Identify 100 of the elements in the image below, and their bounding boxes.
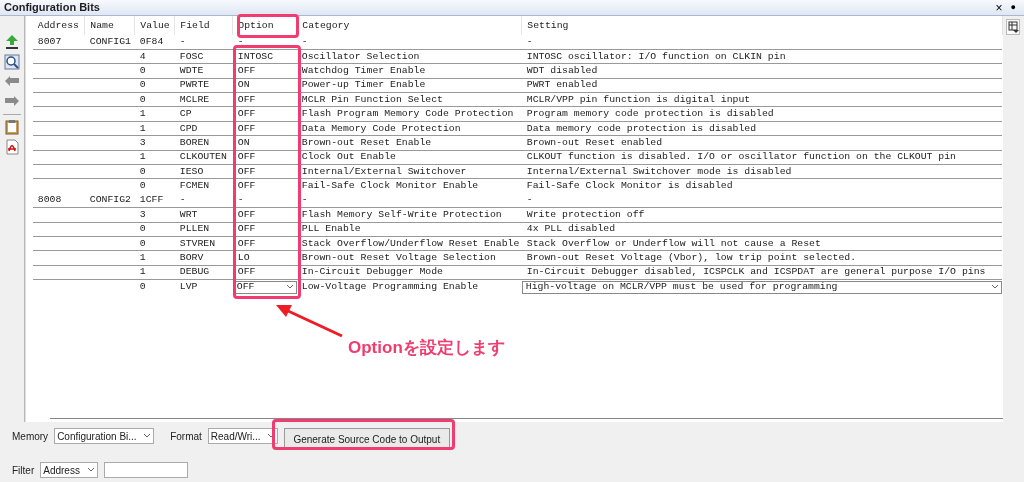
table-cell-text: LO xyxy=(236,252,250,264)
chevron-down-icon xyxy=(266,433,275,439)
table-cell-text: Data Memory Code Protection xyxy=(300,122,461,134)
table-cell-text: CONFIG2 xyxy=(88,194,131,206)
pin-button[interactable]: ● xyxy=(1010,3,1016,12)
table-cell-text: Power-up Timer Enable xyxy=(300,79,426,91)
column-header[interactable]: Field xyxy=(174,16,233,35)
table-cell-text: 0F84 xyxy=(138,35,164,47)
table-cell-text: - xyxy=(525,194,533,206)
table-cell-text: 0 xyxy=(138,180,146,192)
format-dropdown[interactable]: Read/Wri... xyxy=(207,428,278,444)
table-cell-text: Clock Out Enable xyxy=(300,151,396,163)
table-cell-text: OFF xyxy=(236,266,256,278)
table-cell-text: 0 xyxy=(138,281,146,293)
table-cell-text: 0 xyxy=(138,223,146,235)
table-cell-text: Flash Program Memory Code Protection xyxy=(300,108,514,120)
table-cell-text: Program memory code protection is disabled xyxy=(525,108,774,120)
table-cell-text: - xyxy=(525,35,533,47)
table-cell-text: 1 xyxy=(138,151,146,163)
column-header[interactable]: Setting xyxy=(521,16,1003,35)
table-cell-text: 0 xyxy=(138,64,146,76)
column-header[interactable]: Name xyxy=(84,16,135,35)
table-cell-text: OFF xyxy=(236,237,256,249)
table-cell-text: OFF xyxy=(236,64,256,76)
table-cell-text: FOSC xyxy=(178,50,204,62)
table-cell-text: PWRTE xyxy=(178,79,210,91)
table-cell-text: Internal/External Switchover xyxy=(300,165,467,177)
table-cell-text: 1CFF xyxy=(138,194,164,206)
table-cell-text: WRT xyxy=(178,208,198,220)
close-button[interactable]: × xyxy=(995,1,1003,14)
table-cell-text: OFF xyxy=(236,93,256,105)
table-cell-text: PWRT enabled xyxy=(525,79,598,91)
search-icon[interactable] xyxy=(3,54,20,70)
table-cell-text: INTOSC oscillator: I/O function on CLKIN pin xyxy=(525,50,786,62)
clipboard-icon[interactable] xyxy=(3,119,20,135)
table-cell-text: In-Circuit Debugger disabled, ICSPCLK and ICSPDAT are general purpose I/O pins xyxy=(525,266,986,278)
table-cell-text: PLLEN xyxy=(178,223,210,235)
table-cell-text: Low-Voltage Programming Enable xyxy=(300,281,479,293)
table-cell-text: FCMEN xyxy=(178,180,210,192)
table-cell-text: Stack Overflow or Underflow will not cause a Reset xyxy=(525,237,821,249)
table-cell-text: 0 xyxy=(138,237,146,249)
table-cell-text: Brown-out Reset Enable xyxy=(300,136,432,148)
generate-source-button[interactable]: Generate Source Code to Output xyxy=(283,428,450,450)
memory-dropdown[interactable]: Configuration Bi... xyxy=(54,428,155,444)
chevron-down-icon xyxy=(991,284,1000,291)
table-cell-text: MCLR Pin Function Select xyxy=(300,93,443,105)
table-cell-text: LVP xyxy=(178,281,198,293)
table-cell-text: 4 xyxy=(138,50,146,62)
table-cell-text: 8007 xyxy=(36,35,62,47)
chevron-down-icon xyxy=(285,284,294,291)
table-cell-text: CPD xyxy=(178,122,198,134)
filter-label: Filter xyxy=(12,463,35,478)
annotation-text: Optionを設定します xyxy=(348,337,505,359)
table-cell-text: CP xyxy=(178,108,192,120)
table-cell-text: Fail-Safe Clock Monitor Enable xyxy=(300,180,479,192)
format-label: Format xyxy=(170,429,202,444)
table-cell-text: 3 xyxy=(138,208,146,220)
memory-label: Memory xyxy=(12,429,49,444)
highlight-frame xyxy=(237,14,299,38)
table-cell-text: Data memory code protection is disabled xyxy=(525,122,757,134)
table-cell-text: Fail-Safe Clock Monitor is disabled xyxy=(525,180,733,192)
table-cell-text: - xyxy=(236,35,244,47)
table-cell-text: OFF xyxy=(236,223,256,235)
chevron-down-icon xyxy=(87,467,96,473)
table-cell-text: - xyxy=(300,194,308,206)
table-cell-text: STVREN xyxy=(178,237,216,249)
table-cell-text: WDTE xyxy=(178,64,204,76)
column-header[interactable]: Value xyxy=(134,16,175,35)
pointer-arrow xyxy=(274,302,344,338)
table-cell-text: 1 xyxy=(138,108,146,120)
setting-dropdown[interactable]: High-voltage on MCLR/VPP must be used for programming xyxy=(521,280,1003,294)
table-cell-text: Brown-out Reset enabled xyxy=(525,136,663,148)
table-cell-text: MCLRE xyxy=(178,93,210,105)
table-cell-text: Watchdog Timer Enable xyxy=(300,64,426,76)
table-cell-text: Brown-out Reset Voltage Selection xyxy=(300,252,496,264)
table-cell-text: 3 xyxy=(138,136,146,148)
filter-field[interactable] xyxy=(104,462,189,478)
table-cell-text: 4x PLL disabled xyxy=(525,223,615,235)
filter-dropdown[interactable]: Address xyxy=(40,462,99,478)
column-chooser-icon[interactable] xyxy=(1006,19,1021,35)
table-cell-text: - xyxy=(300,35,308,47)
table-cell-text: ON xyxy=(236,136,250,148)
pdf-icon[interactable] xyxy=(3,139,20,155)
panel-title: Configuration Bits xyxy=(4,0,100,16)
table-cell-text: 1 xyxy=(138,122,146,134)
table-cell-text: MCLR/VPP pin function is digital input xyxy=(525,93,751,105)
table-cell-text: BOREN xyxy=(178,136,210,148)
table-cell-text: 0 xyxy=(138,79,146,91)
table-cell-text: OFF xyxy=(236,208,256,220)
table-cell-text: BORV xyxy=(178,252,204,264)
table-cell-text: IESO xyxy=(178,165,204,177)
table-cell-text: CONFIG1 xyxy=(88,35,131,47)
table-cell-text: - xyxy=(178,35,186,47)
upload-icon[interactable] xyxy=(3,34,20,50)
table-cell-text: PLL Enable xyxy=(300,223,361,235)
table-cell-text: 8008 xyxy=(36,194,62,206)
table-cell-text: Stack Overflow/Underflow Reset Enable xyxy=(300,237,520,249)
table-cell-text: OFF xyxy=(236,165,256,177)
table-cell-text: 0 xyxy=(138,93,146,105)
table-cell-text: ON xyxy=(236,79,250,91)
